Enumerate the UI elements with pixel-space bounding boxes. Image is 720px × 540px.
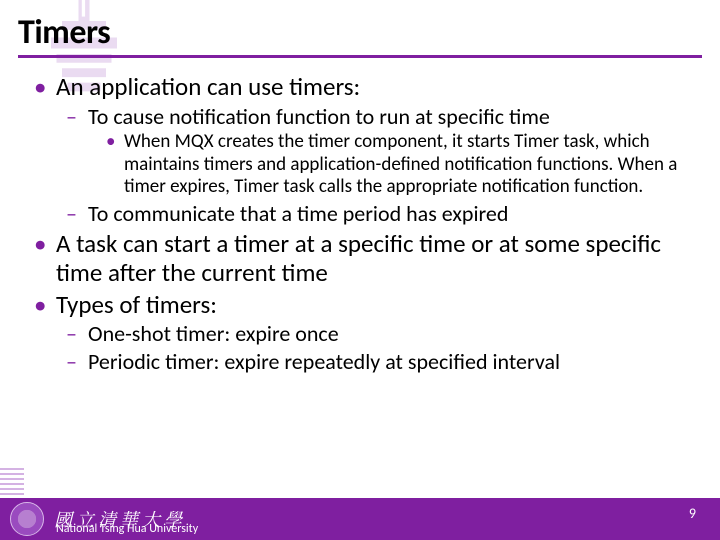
title-area: Timers bbox=[18, 12, 702, 58]
bullet-text: When MQX creates the timer component, it… bbox=[124, 130, 677, 198]
slide-body: An application can use timers: To cause … bbox=[34, 72, 690, 377]
bullet-lvl1: An application can use timers: To cause … bbox=[34, 72, 690, 227]
bullet-lvl3: When MQX creates the timer component, it… bbox=[106, 131, 690, 198]
bullet-lvl1: A task can start a timer at a specific t… bbox=[34, 229, 690, 288]
bullet-text: An application can use timers: bbox=[56, 71, 360, 102]
university-seal-icon bbox=[10, 502, 44, 536]
bullet-lvl2: To cause notification function to run at… bbox=[66, 104, 690, 199]
bullet-lvl2: Periodic timer: expire repeatedly at spe… bbox=[66, 349, 690, 375]
page-number: 9 bbox=[689, 505, 696, 522]
decorative-hatch bbox=[0, 468, 24, 498]
slide-title: Timers bbox=[18, 12, 702, 53]
bullet-text: Types of timers: bbox=[56, 289, 217, 320]
bullet-text: One-shot timer: expire once bbox=[88, 320, 339, 347]
bullet-text: To communicate that a time period has ex… bbox=[88, 200, 508, 227]
bullet-lvl2: To communicate that a time period has ex… bbox=[66, 201, 690, 227]
slide: Timers An application can use timers: To… bbox=[0, 0, 720, 540]
bullet-lvl1: Types of timers: One-shot timer: expire … bbox=[34, 290, 690, 375]
university-name-en: National Tsing Hua University bbox=[56, 522, 198, 536]
bullet-text: Periodic timer: expire repeatedly at spe… bbox=[88, 348, 560, 375]
title-underline bbox=[18, 55, 702, 58]
bullet-lvl2: One-shot timer: expire once bbox=[66, 321, 690, 347]
bullet-text: A task can start a timer at a specific t… bbox=[56, 228, 661, 289]
slide-footer: 國立清華大學 National Tsing Hua University 9 bbox=[0, 498, 720, 540]
bullet-text: To cause notification function to run at… bbox=[88, 103, 550, 130]
